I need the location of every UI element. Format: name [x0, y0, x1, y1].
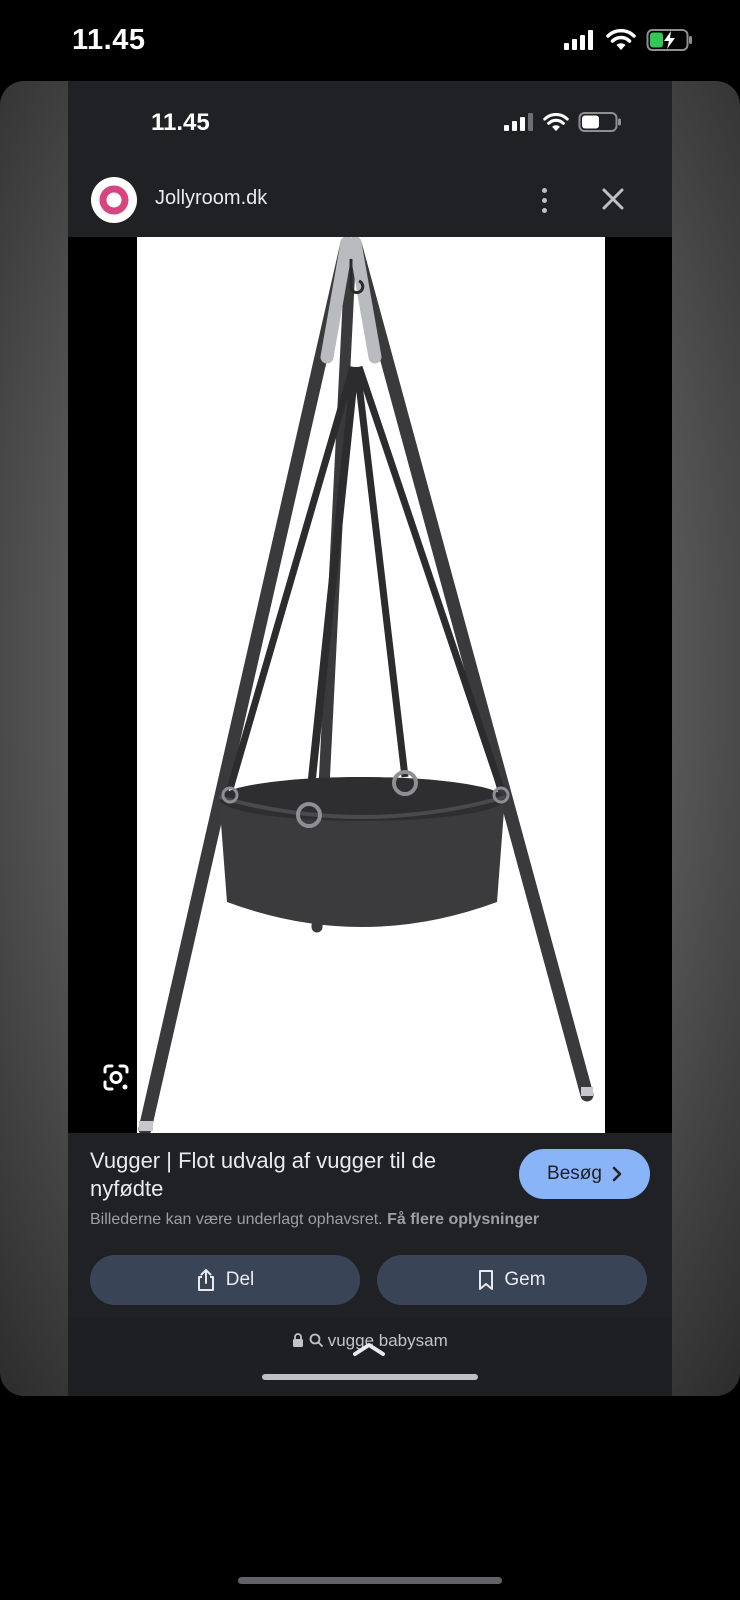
visit-button[interactable]: Besøg [519, 1149, 650, 1199]
more-options-button[interactable] [532, 182, 556, 218]
battery-charging-icon [646, 29, 692, 51]
site-logo[interactable] [91, 177, 137, 223]
preview-image[interactable] [137, 236, 605, 1136]
url-bar[interactable]: vugge babysam [68, 1317, 672, 1396]
share-button[interactable]: Del [90, 1255, 360, 1305]
close-icon [602, 188, 624, 210]
outer-status-bar: 11.45 [0, 0, 740, 80]
screenshot-frame: 11.45 Jollyroom.dk Vugger | Flot udvalg … [0, 81, 740, 1396]
save-button[interactable]: Gem [377, 1255, 647, 1305]
lock-icon [293, 1333, 304, 1347]
preview-image-area[interactable] [68, 236, 672, 1136]
more-vert-icon [541, 187, 547, 193]
close-button[interactable] [598, 184, 628, 214]
more-info-link[interactable]: Få flere oplysninger [387, 1211, 539, 1228]
outer-status-time: 11.45 [72, 24, 146, 56]
site-header: Jollyroom.dk [68, 166, 672, 236]
inner-status-time: 11.45 [151, 109, 210, 136]
result-title[interactable]: Vugger | Flot udvalg af vugger til de ny… [90, 1147, 490, 1203]
search-icon [309, 1333, 323, 1347]
site-name[interactable]: Jollyroom.dk [155, 187, 267, 210]
copyright-notice: Billederne kan være underlagt ophavsret.… [90, 1211, 539, 1229]
share-label: Del [225, 1269, 255, 1290]
visit-label: Besøg [547, 1163, 602, 1184]
signal-icon [564, 30, 593, 50]
wifi-icon [606, 29, 636, 50]
cradle-image [138, 236, 594, 1136]
lens-button[interactable] [98, 1060, 134, 1096]
outer-status-icons [564, 28, 694, 52]
url-query: vugge babysam [327, 1331, 448, 1350]
jollyroom-logo-icon [99, 185, 129, 215]
battery-icon [578, 112, 621, 132]
result-card: Vugger | Flot udvalg af vugger til de ny… [68, 1133, 672, 1328]
chevron-up-icon[interactable] [351, 1341, 387, 1357]
bookmark-icon [479, 1270, 494, 1290]
copyright-text: Billederne kan være underlagt ophavsret. [90, 1211, 383, 1228]
outer-home-indicator[interactable] [238, 1577, 502, 1584]
save-label: Gem [504, 1269, 546, 1290]
lens-icon [103, 1064, 129, 1091]
signal-icon [504, 113, 533, 131]
wifi-icon [543, 112, 569, 131]
phone-screen: 11.45 11.45 Jollyroom.dk Vugger | Flot u… [0, 0, 740, 1600]
image-viewer: 11.45 Jollyroom.dk Vugger | Flot udvalg … [68, 81, 672, 1396]
inner-status-bar: 11.45 [68, 81, 672, 166]
inner-home-indicator [262, 1374, 478, 1380]
share-icon [197, 1269, 214, 1291]
chevron-right-icon [612, 1166, 622, 1182]
inner-status-icons [504, 111, 622, 133]
